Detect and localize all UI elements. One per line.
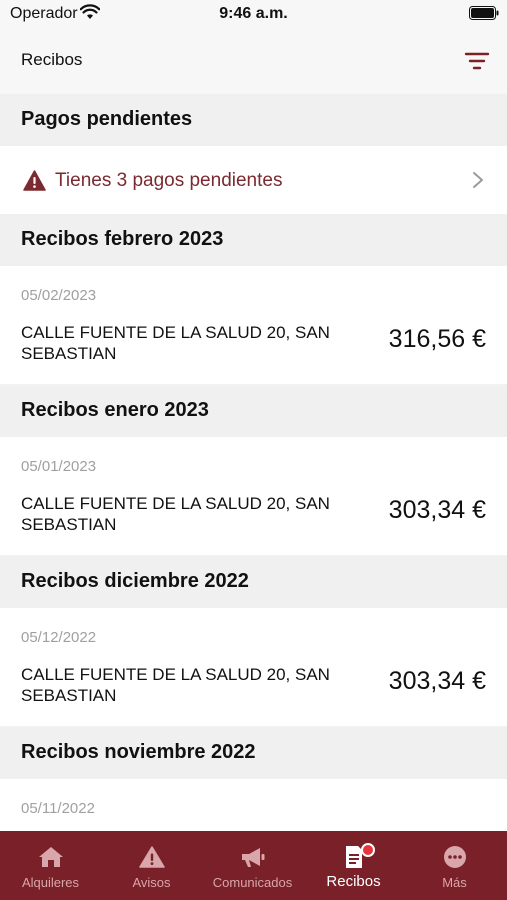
battery-icon <box>469 6 499 20</box>
tab-label: Más <box>442 875 467 890</box>
receipt-item[interactable]: 05/01/2023 CALLE FUENTE DE LA SALUD 20, … <box>0 437 507 555</box>
tab-alquileres[interactable]: Alquileres <box>0 831 101 900</box>
receipt-item[interactable]: 05/11/2022 <box>0 779 507 831</box>
filter-icon[interactable] <box>464 50 490 72</box>
tab-label: Comunicados <box>212 875 293 890</box>
receipt-date: 05/12/2022 <box>21 629 97 646</box>
tab-mas[interactable]: Más <box>404 831 505 900</box>
section-header-month: Recibos enero 2023 <box>0 385 507 437</box>
pending-payments-label: Tienes 3 pagos pendientes <box>55 170 283 191</box>
section-header-month: Recibos noviembre 2022 <box>0 727 507 779</box>
tab-bar: Alquileres Avisos Comunicados Recibos Má… <box>0 831 507 900</box>
tab-label: Avisos <box>132 875 171 890</box>
megaphone-icon <box>242 848 265 867</box>
section-title: Pagos pendientes <box>21 108 193 130</box>
receipt-amount: 316,56 € <box>388 325 486 353</box>
home-icon <box>39 847 63 867</box>
more-icon <box>444 846 466 868</box>
tab-label: Alquileres <box>21 875 80 890</box>
receipt-amount: 303,34 € <box>388 496 486 524</box>
chevron-right-icon <box>473 172 483 188</box>
receipt-address: CALLE FUENTE DE LA SALUD 20, SAN SEBASTI… <box>21 665 330 705</box>
receipt-item[interactable]: 05/12/2022 CALLE FUENTE DE LA SALUD 20, … <box>0 608 507 726</box>
warning-icon <box>139 846 165 868</box>
notification-badge <box>361 843 375 857</box>
receipt-date: 05/01/2023 <box>21 458 97 475</box>
section-title: Recibos diciembre 2022 <box>21 570 249 592</box>
receipt-date: 05/02/2023 <box>21 287 97 304</box>
clock: 9:46 a.m. <box>219 5 288 22</box>
receipt-address: CALLE FUENTE DE LA SALUD 20, SAN SEBASTI… <box>21 323 330 363</box>
status-bar: Operador 9:46 a.m. <box>0 0 507 30</box>
receipt-date: 05/11/2022 <box>21 800 95 817</box>
tab-avisos[interactable]: Avisos <box>101 831 202 900</box>
tab-comunicados[interactable]: Comunicados <box>202 831 303 900</box>
warning-icon <box>23 170 46 191</box>
navigation-bar: Recibos <box>0 30 507 94</box>
section-header-month: Recibos febrero 2023 <box>0 214 507 266</box>
receipt-item[interactable]: 05/02/2023 CALLE FUENTE DE LA SALUD 20, … <box>0 266 507 384</box>
receipt-amount: 303,34 € <box>388 667 486 695</box>
tab-label: Recibos <box>326 873 381 890</box>
section-title: Recibos noviembre 2022 <box>21 741 256 763</box>
page-title: Recibos <box>21 50 83 69</box>
receipt-address: CALLE FUENTE DE LA SALUD 20, SAN SEBASTI… <box>21 494 330 534</box>
section-header-month: Recibos diciembre 2022 <box>0 556 507 608</box>
section-header-pending: Pagos pendientes <box>0 94 507 146</box>
section-title: Recibos enero 2023 <box>21 399 209 421</box>
tab-recibos[interactable]: Recibos <box>303 831 404 900</box>
pending-payments-row[interactable]: Tienes 3 pagos pendientes <box>0 146 507 214</box>
section-title: Recibos febrero 2023 <box>21 228 224 250</box>
